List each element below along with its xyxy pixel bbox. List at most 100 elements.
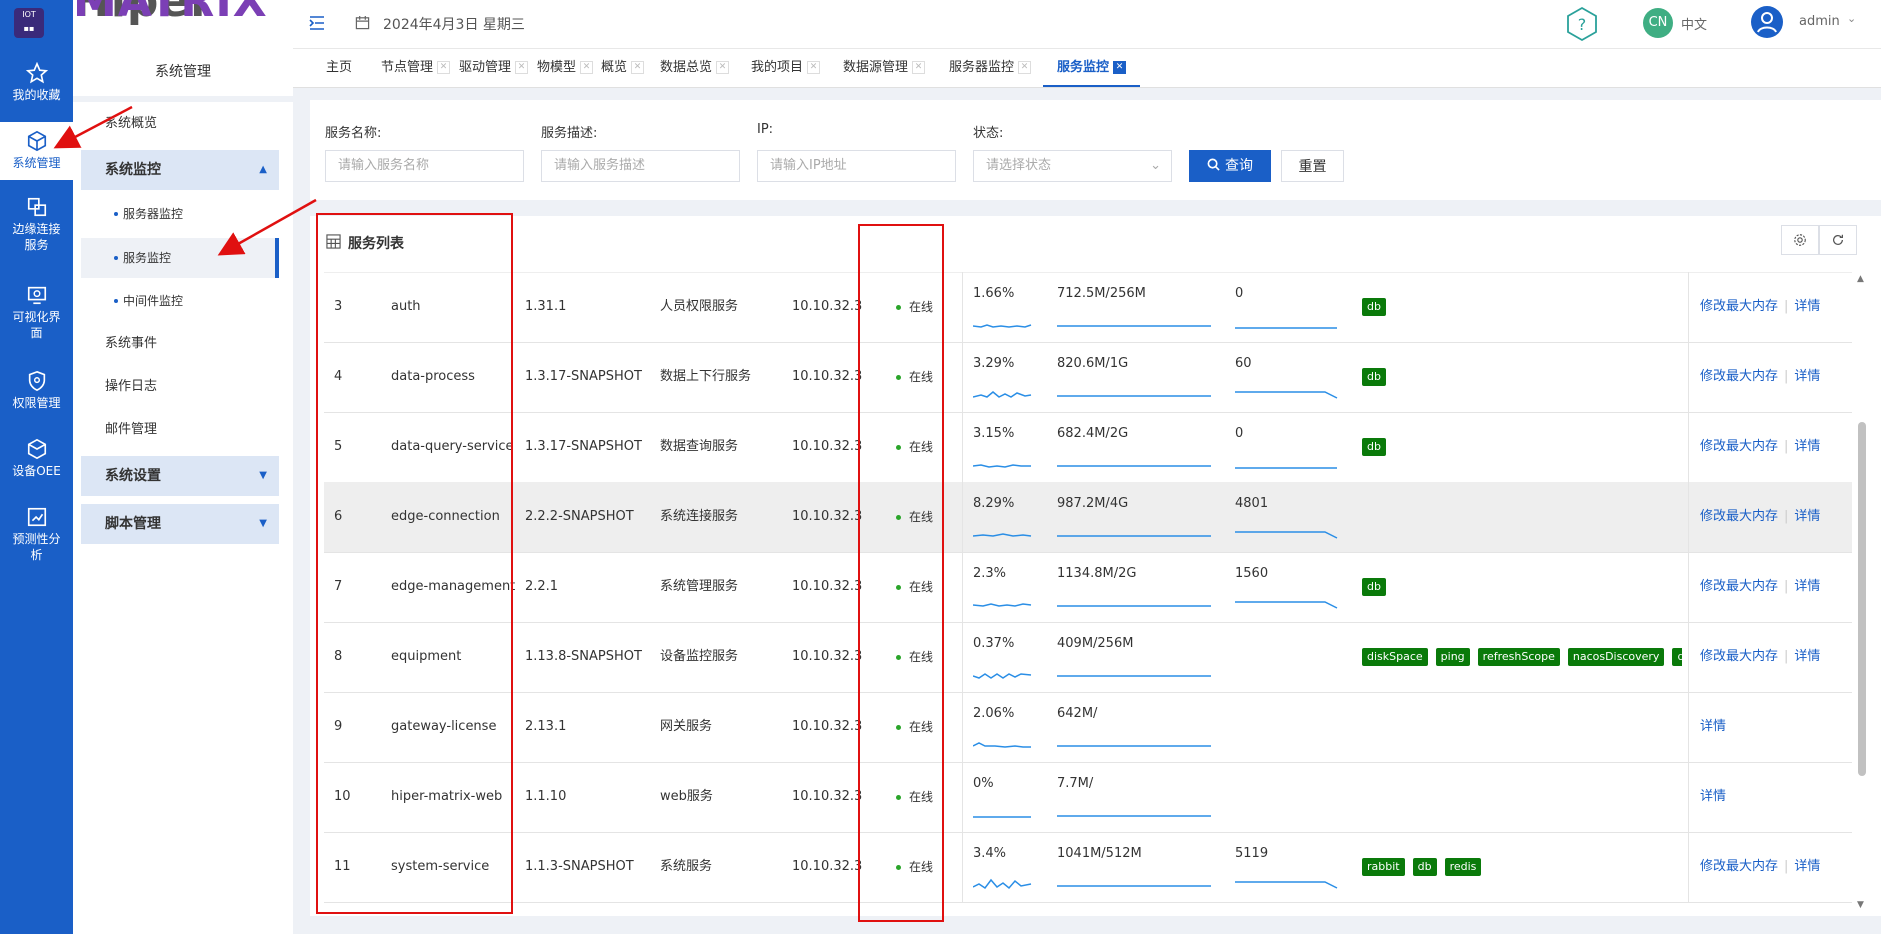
sidebar-item-overview[interactable]: 系统概览 — [81, 104, 279, 144]
table-row[interactable]: 11 system-service 1.1.3-SNAPSHOT 系统服务 10.10.… — [324, 832, 1852, 903]
close-icon[interactable]: ✕ — [716, 61, 730, 74]
row-actions: 修改最大内存 | 详情 — [1700, 622, 1850, 692]
tab-overview[interactable]: 概览 ✕ — [601, 49, 645, 87]
tab-driver[interactable]: 驱动管理 ✕ — [459, 49, 529, 87]
memory-sparkline — [1057, 465, 1211, 467]
table-row[interactable]: 7edge-management2.2.1系统管理服务10.10.32.32在线… — [324, 552, 1852, 623]
close-icon[interactable]: ✕ — [912, 61, 926, 74]
rail-item-permission[interactable]: 权限管理 — [0, 370, 73, 420]
table-row[interactable]: 4 data-process 1.3.17-SNAPSHOT 数据上下行服务 10.10… — [324, 342, 1852, 413]
tab-node[interactable]: 节点管理 ✕ — [381, 49, 451, 87]
sidebar-item-settings[interactable]: 系统设置 ▼ — [81, 456, 279, 496]
settings-button[interactable] — [1781, 225, 1819, 255]
close-icon[interactable]: ✕ — [1113, 61, 1127, 74]
sidebar-item-scripts[interactable]: 脚本管理 ▼ — [81, 504, 279, 544]
detail-link[interactable]: 详情 — [1700, 719, 1726, 734]
username[interactable]: admin — [1799, 14, 1840, 29]
menu-collapse-icon[interactable] — [309, 16, 325, 30]
avatar[interactable] — [1751, 6, 1783, 38]
sidebar-item-oplog[interactable]: 操作日志 — [81, 367, 279, 407]
language-switch[interactable]: 中文 — [1681, 14, 1707, 33]
status-select[interactable]: 请选择状态 ⌄ — [973, 150, 1172, 182]
scroll-up-icon[interactable]: ▲ — [1857, 274, 1864, 284]
sidebar-item-server-monitor[interactable]: 服务器监控 — [81, 194, 279, 234]
service-description: 系统服务 — [660, 859, 713, 874]
sidebar-item-monitor[interactable]: 系统监控 ▲ — [81, 150, 279, 190]
service-description: 系统连接服务 — [660, 509, 739, 524]
health-tag: db — [1362, 578, 1386, 596]
ip-input[interactable]: 请输入IP地址 — [757, 150, 956, 182]
chevron-down-icon[interactable]: ⌄ — [1847, 12, 1856, 25]
help-icon[interactable]: ? — [1565, 6, 1599, 42]
close-icon[interactable]: ✕ — [1018, 61, 1032, 74]
modify-memory-link[interactable]: 修改最大内存 — [1700, 859, 1778, 874]
table-row[interactable]: 8 equipment 1.13.8-SNAPSHOT 设备监控服务 10.10.32.… — [324, 622, 1852, 693]
sidebar-item-events[interactable]: 系统事件 — [81, 324, 279, 364]
table-row[interactable]: 9gateway-license2.13.1网关服务10.10.32.32在线2… — [324, 692, 1852, 763]
detail-link[interactable]: 详情 — [1794, 859, 1820, 874]
health-tags — [1362, 482, 1682, 552]
annotation-box-status-column — [858, 224, 944, 922]
service-name-input[interactable]: 请输入服务名称 — [325, 150, 524, 182]
modify-memory-link[interactable]: 修改最大内存 — [1700, 299, 1778, 314]
table-row[interactable]: 6 edge-connection 2.2.2-SNAPSHOT 系统连接服务 10.1… — [324, 482, 1852, 553]
modify-memory-link[interactable]: 修改最大内存 — [1700, 439, 1778, 454]
sidebar-item-service-monitor[interactable]: 服务监控 — [81, 238, 279, 278]
tab-my-projects[interactable]: 我的项目 ✕ — [751, 49, 821, 87]
action-separator: | — [1784, 579, 1789, 594]
service-version: 1.31.1 — [525, 299, 567, 314]
tab-datasource[interactable]: 数据源管理 ✕ — [843, 49, 926, 87]
detail-link[interactable]: 详情 — [1794, 579, 1820, 594]
health-tag: rabbit — [1362, 858, 1405, 876]
modify-memory-link[interactable]: 修改最大内存 — [1700, 649, 1778, 664]
scroll-down-icon[interactable]: ▼ — [1857, 900, 1864, 910]
query-button[interactable]: 查询 — [1189, 150, 1271, 182]
table-row[interactable]: 5 data-query-service 1.3.17-SNAPSHOT 数据查询服务… — [324, 412, 1852, 483]
modify-memory-link[interactable]: 修改最大内存 — [1700, 509, 1778, 524]
sidebar-item-middleware[interactable]: 中间件监控 — [81, 281, 279, 321]
detail-link[interactable]: 详情 — [1794, 369, 1820, 384]
close-icon[interactable]: ✕ — [437, 61, 451, 74]
table-row[interactable]: 3auth1.31.1人员权限服务10.10.32.32在线1.66%712.5… — [324, 272, 1852, 343]
tab-data-overview[interactable]: 数据总览 ✕ — [660, 49, 730, 87]
detail-link[interactable]: 详情 — [1794, 509, 1820, 524]
tab-service-monitor[interactable]: 服务监控 ✕ — [1043, 49, 1141, 87]
vertical-scrollbar[interactable]: ▲ ▼ — [1857, 272, 1867, 912]
app-logo-icon: IOT ▪▪ — [14, 8, 44, 38]
close-icon[interactable]: ✕ — [807, 61, 821, 74]
reset-button[interactable]: 重置 — [1281, 150, 1344, 182]
detail-link[interactable]: 详情 — [1700, 789, 1726, 804]
service-description: web服务 — [660, 789, 713, 804]
column-divider — [962, 342, 963, 412]
sidebar-item-mail[interactable]: 邮件管理 — [81, 410, 279, 450]
close-icon[interactable]: ✕ — [515, 61, 529, 74]
table-row[interactable]: 10hiper-matrix-web1.1.10web服务10.10.32.32… — [324, 762, 1852, 833]
service-desc-input[interactable]: 请输入服务描述 — [541, 150, 740, 182]
close-icon[interactable]: ✕ — [580, 61, 594, 74]
rail-item-edge[interactable]: 边缘连接服务 — [0, 196, 73, 260]
column-divider — [962, 552, 963, 622]
scrollbar-thumb[interactable] — [1858, 422, 1866, 776]
rail-item-visual[interactable]: 可视化界面 — [0, 284, 73, 348]
memory-sparkline — [1057, 535, 1211, 537]
thread-count: 5119 — [1235, 846, 1269, 861]
close-icon[interactable]: ✕ — [631, 61, 645, 74]
service-version: 2.2.2-SNAPSHOT — [525, 509, 634, 524]
refresh-button[interactable] — [1819, 225, 1857, 255]
tab-home[interactable]: 主页 — [326, 49, 352, 87]
detail-link[interactable]: 详情 — [1794, 439, 1820, 454]
rail-item-favorites[interactable]: 我的收藏 — [0, 62, 73, 112]
rail-item-oee[interactable]: 设备OEE — [0, 438, 73, 488]
detail-link[interactable]: 详情 — [1794, 299, 1820, 314]
rail-item-system[interactable]: 系统管理 — [0, 122, 73, 180]
tab-model[interactable]: 物模型 ✕ — [537, 49, 594, 87]
service-description: 数据查询服务 — [660, 439, 739, 454]
service-ip: 10.10.32.32 — [792, 509, 862, 524]
tab-server-monitor[interactable]: 服务器监控 ✕ — [949, 49, 1032, 87]
detail-link[interactable]: 详情 — [1794, 649, 1820, 664]
action-separator: | — [1784, 509, 1789, 524]
modify-memory-link[interactable]: 修改最大内存 — [1700, 579, 1778, 594]
modify-memory-link[interactable]: 修改最大内存 — [1700, 369, 1778, 384]
language-badge[interactable]: CN — [1643, 8, 1673, 38]
rail-item-predictive[interactable]: 预测性分析 — [0, 506, 73, 570]
